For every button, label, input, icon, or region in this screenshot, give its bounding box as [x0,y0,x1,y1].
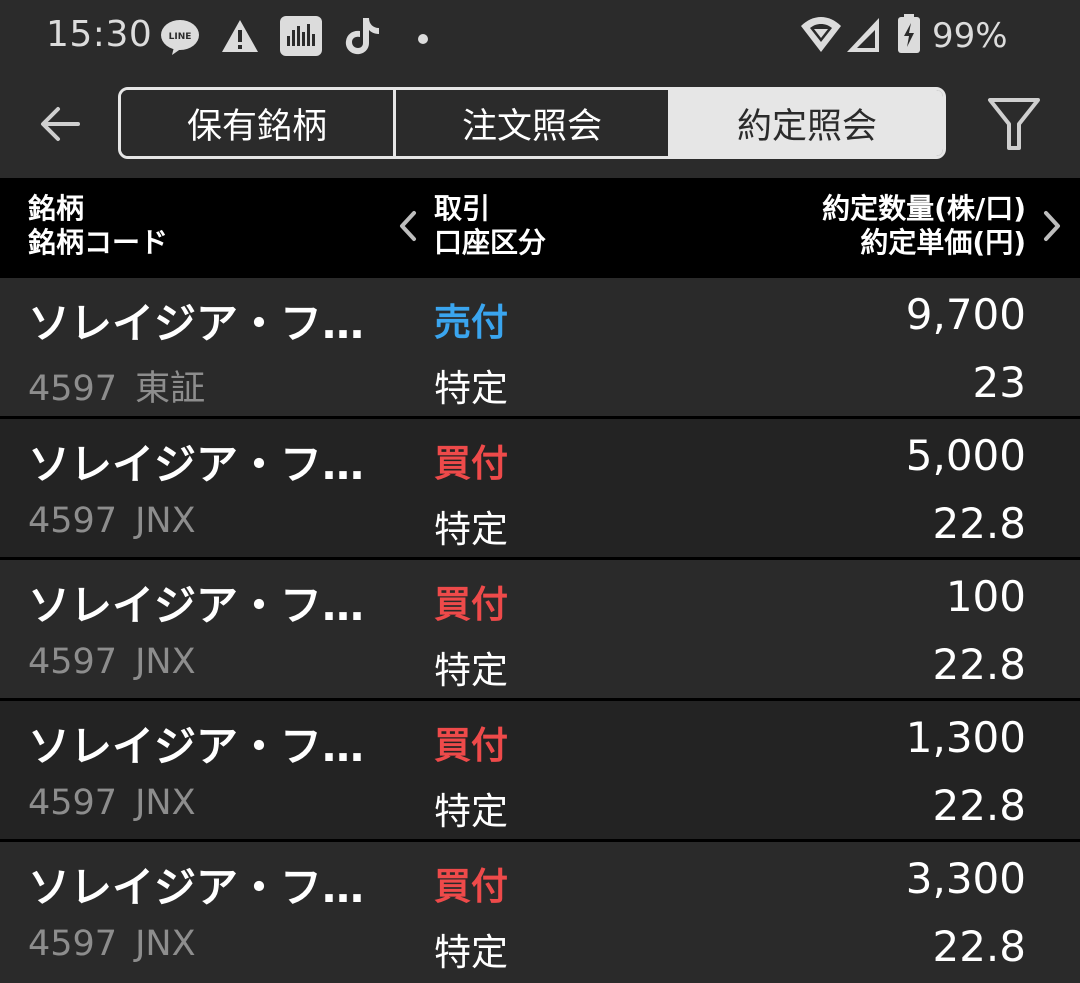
account-type: 特定 [434,790,508,833]
stock-name: ソレイジア・フ… [28,581,365,630]
stock-name: ソレイジア・フ… [28,440,365,489]
table-row[interactable]: ソレイジア・フ… 4597 JNX 買付 特定 1,300 22.8 [0,701,1080,842]
trade-type: 売付 [434,301,508,344]
filter-icon [984,98,1044,158]
unit-price: 22.8 [932,640,1026,689]
market-value: JNX [135,642,196,682]
tab-order-inquiry[interactable]: 注文照会 [396,90,671,156]
battery-percent: 99% [932,16,1008,56]
stock-name: ソレイジア・フ… [28,863,365,912]
stock-code: 4597 JNX [28,501,196,541]
table-row[interactable]: ソレイジア・フ… 4597 東証 売付 特定 9,700 23 [0,278,1080,419]
column-price-label: 約定単価(円) [860,226,1026,259]
account-type: 特定 [434,931,508,974]
chevron-left-icon[interactable] [396,208,420,248]
market-value: JNX [135,783,196,823]
column-quantity-label: 約定数量(株/口) [822,192,1026,225]
svg-text:LINE: LINE [169,32,192,42]
quantity: 5,000 [905,431,1026,480]
table-row[interactable]: ソレイジア・フ… 4597 JNX 買付 特定 5,000 22.8 [0,419,1080,560]
battery-charging-icon [897,14,921,58]
column-stock-name-label: 銘柄 [28,192,85,225]
market-value: JNX [135,501,196,541]
column-trade-label: 取引 [434,192,491,225]
code-value: 4597 [28,924,118,964]
code-value: 4597 [28,369,118,409]
back-button[interactable] [34,100,86,152]
warning-icon [220,18,260,58]
table-row[interactable]: ソレイジア・フ… 4597 JNX 買付 特定 3,300 22.8 [0,842,1080,983]
market-value: JNX [135,924,196,964]
quantity: 1,300 [905,713,1026,762]
column-stock-code-label: 銘柄コード [28,226,169,259]
line-icon: LINE [160,18,200,60]
column-stock: 銘柄 銘柄コード [28,192,168,260]
header: 保有銘柄 注文照会 約定照会 [0,76,1080,178]
quantity: 3,300 [905,854,1026,903]
stock-code: 4597 JNX [28,783,196,823]
tab-bar: 保有銘柄 注文照会 約定照会 [118,87,946,159]
quantity: 9,700 [905,290,1026,339]
market-value: 東証 [135,369,206,409]
unit-price: 22.8 [932,922,1026,971]
status-bar: 15:30 LINE 99% [0,0,1080,76]
tab-holdings[interactable]: 保有銘柄 [121,90,396,156]
status-time: 15:30 [46,14,153,55]
unit-price: 22.8 [932,499,1026,548]
quantity: 100 [945,572,1026,621]
trade-type: 買付 [434,865,508,908]
tiktok-icon [343,16,381,60]
column-account-label: 口座区分 [434,226,547,259]
back-arrow-icon [38,104,82,148]
unit-price: 22.8 [932,781,1026,830]
signal-icon [845,16,881,58]
account-type: 特定 [434,367,508,410]
table-row[interactable]: ソレイジア・フ… 4597 JNX 買付 特定 100 22.8 [0,560,1080,701]
filter-button[interactable] [984,94,1044,154]
stock-code: 4597 JNX [28,924,196,964]
stock-name: ソレイジア・フ… [28,722,365,771]
account-type: 特定 [434,508,508,551]
column-header: 銘柄 銘柄コード 取引 口座区分 約定数量(株/口) 約定単価(円) [0,178,1080,278]
execution-list: ソレイジア・フ… 4597 東証 売付 特定 9,700 23 ソレイジア・フ… … [0,278,1080,983]
sound-wave-icon [280,16,322,60]
code-value: 4597 [28,642,118,682]
stock-code: 4597 東証 [28,360,205,411]
trade-type: 買付 [434,724,508,767]
account-type: 特定 [434,649,508,692]
stock-code: 4597 JNX [28,642,196,682]
wifi-icon [800,16,842,58]
dot-icon [417,30,429,49]
tab-execution-inquiry[interactable]: 約定照会 [671,90,943,156]
column-quantity-price: 約定数量(株/口) 約定単価(円) [822,192,1026,260]
trade-type: 買付 [434,583,508,626]
chevron-right-icon[interactable] [1040,208,1064,248]
trade-type: 買付 [434,442,508,485]
stock-name: ソレイジア・フ… [28,299,365,348]
column-trade: 取引 口座区分 [434,192,546,260]
code-value: 4597 [28,783,118,823]
unit-price: 23 [972,358,1026,407]
code-value: 4597 [28,501,118,541]
